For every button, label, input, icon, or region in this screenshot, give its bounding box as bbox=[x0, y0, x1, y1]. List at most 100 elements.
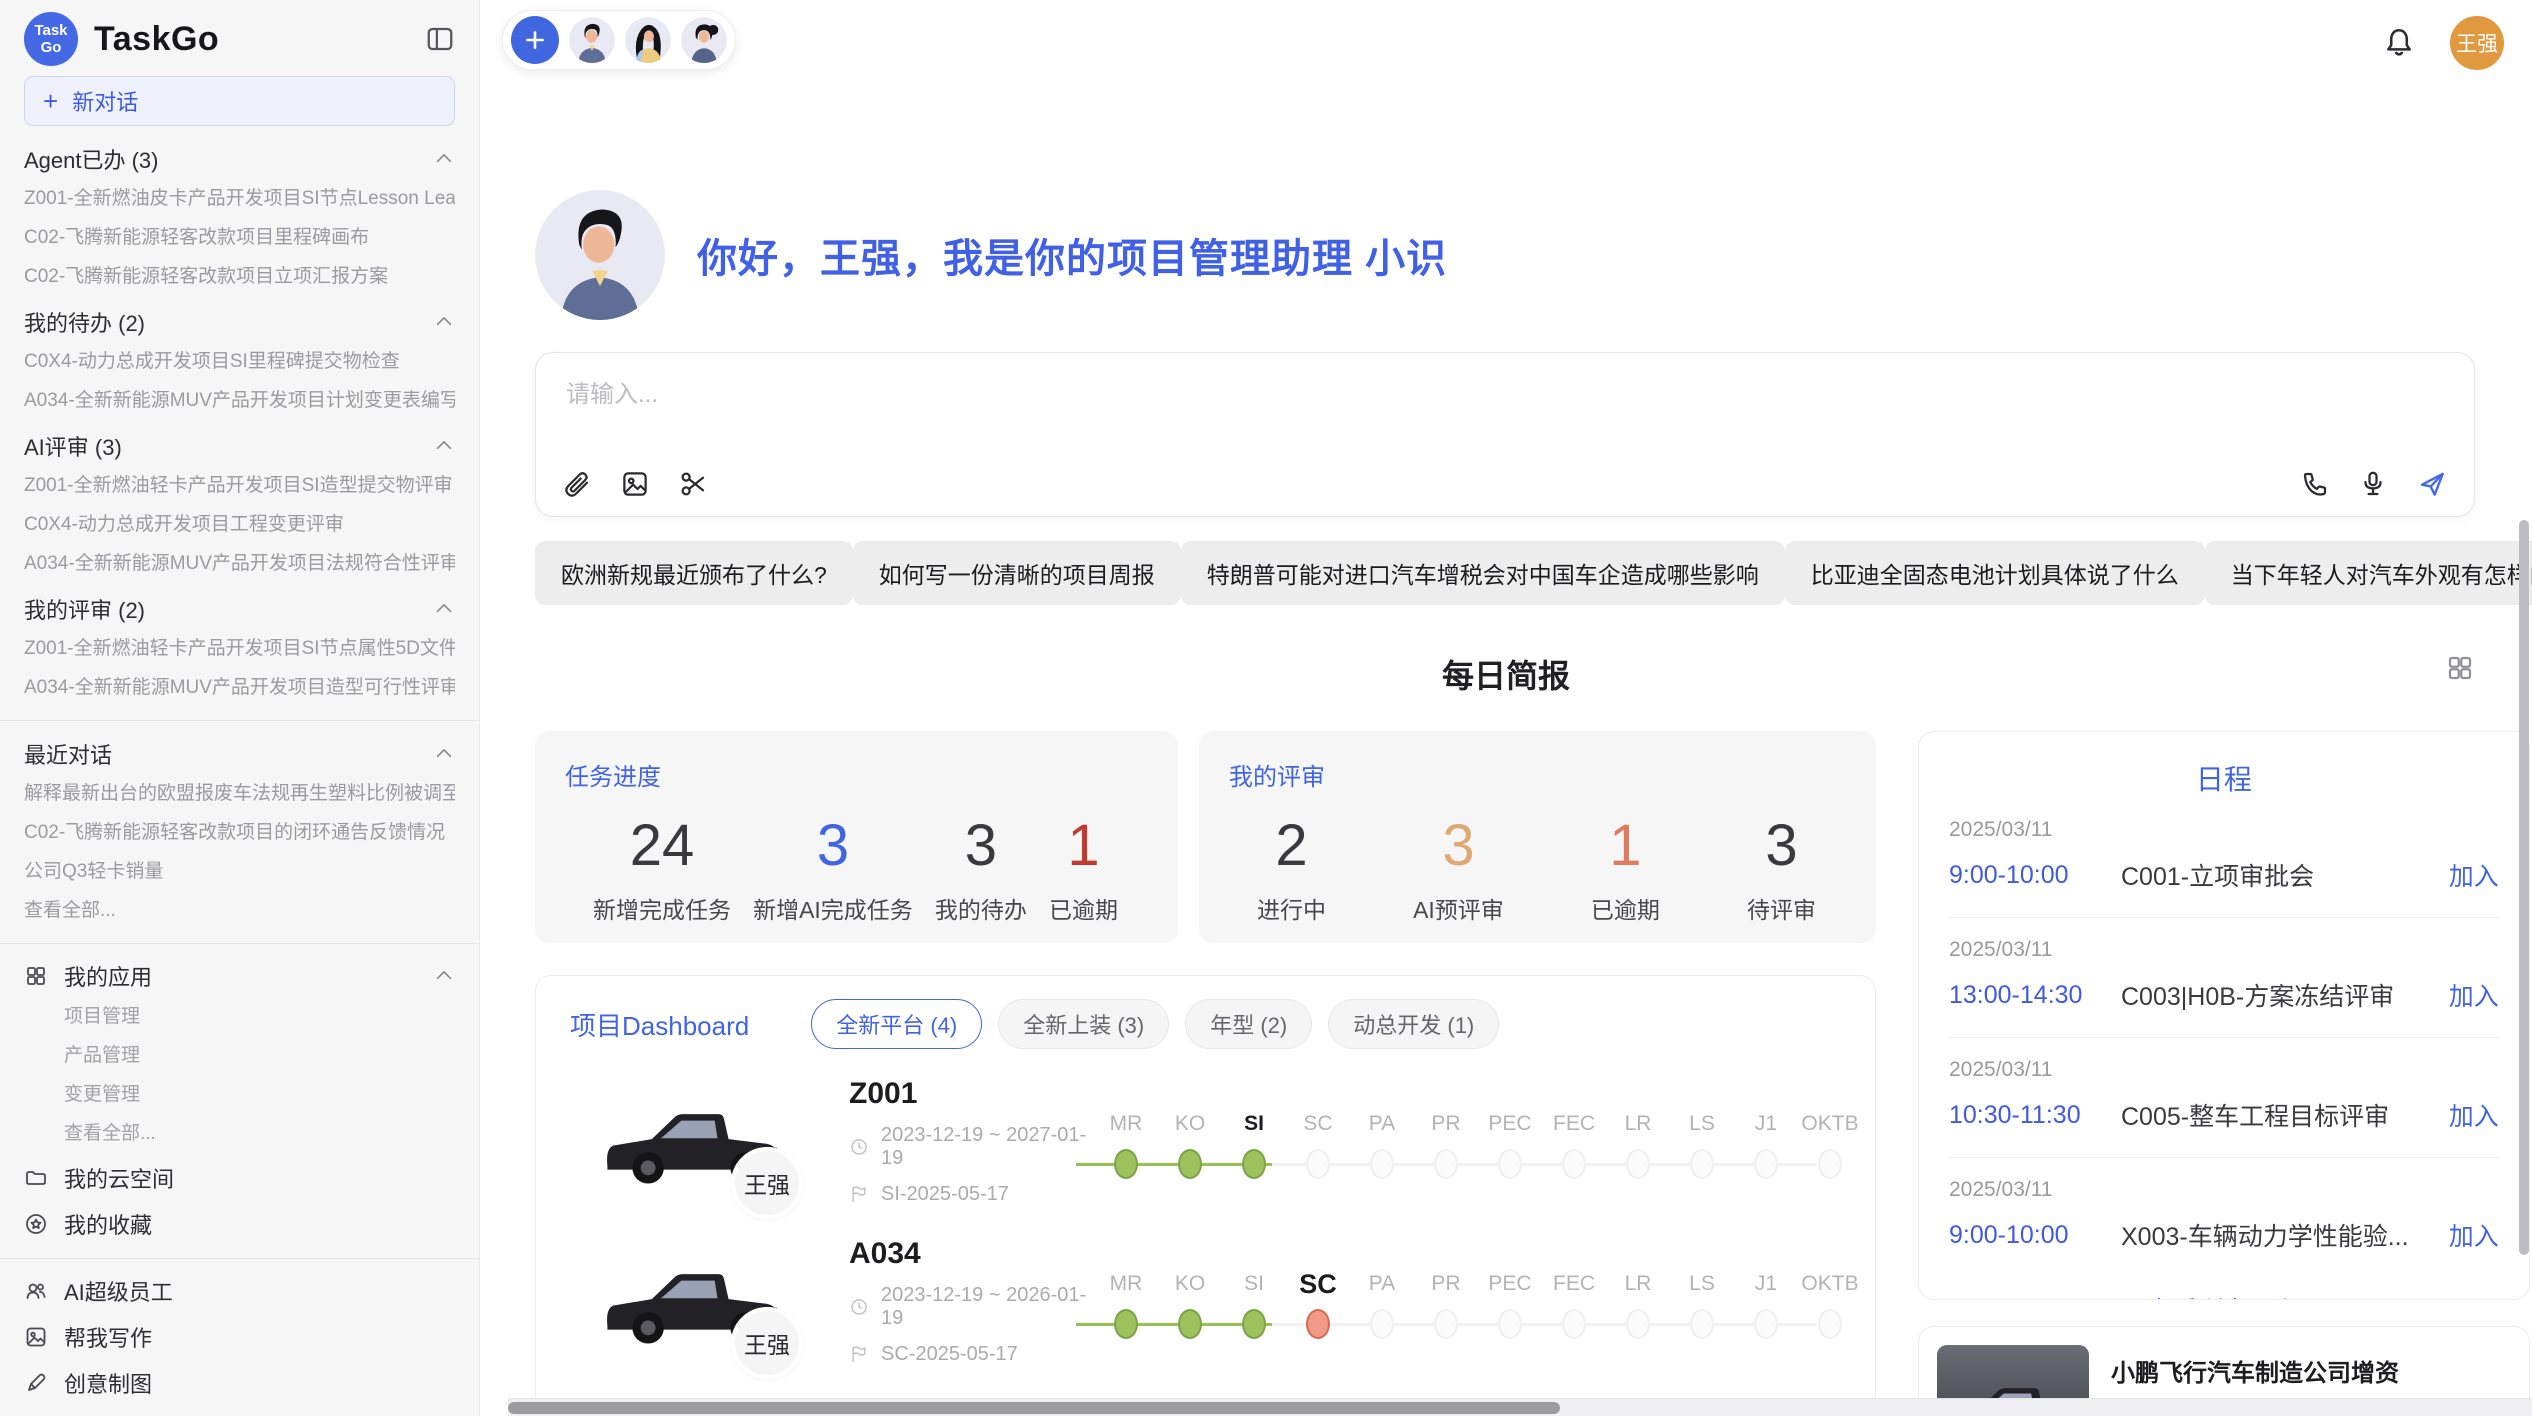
sidebar-item[interactable]: C02-飞腾新能源轻客改款项目里程碑画布 bbox=[24, 226, 455, 250]
milestone-dot[interactable] bbox=[1562, 1149, 1586, 1179]
sidebar-item-cloud-space[interactable]: 我的云空间 bbox=[24, 1164, 455, 1192]
view-all-schedule-link[interactable]: 查看所有日程 bbox=[1949, 1291, 2499, 1300]
join-link[interactable]: 加入 bbox=[2449, 1217, 2499, 1253]
paperclip-icon[interactable] bbox=[562, 469, 592, 499]
milestone-dot[interactable] bbox=[1242, 1149, 1266, 1179]
milestone-dot[interactable] bbox=[1114, 1309, 1138, 1339]
sidebar-item[interactable]: Z001-全新燃油轻卡产品开发项目SI节点属性5D文件评审 bbox=[24, 637, 455, 661]
milestone-dot[interactable] bbox=[1562, 1309, 1586, 1339]
dashboard-tab[interactable]: 年型 (2) bbox=[1185, 999, 1312, 1049]
horizontal-scrollbar-thumb[interactable] bbox=[508, 1402, 1560, 1414]
join-link[interactable]: 加入 bbox=[2449, 857, 2499, 893]
milestone-dot[interactable] bbox=[1434, 1309, 1458, 1339]
project-dashboard-card: 项目Dashboard 全新平台 (4)全新上装 (3)年型 (2)动总开发 (… bbox=[535, 975, 1876, 1416]
chat-input[interactable] bbox=[536, 353, 2474, 409]
chevron-up-icon[interactable] bbox=[433, 311, 455, 333]
stat-label: AI预评审 bbox=[1413, 891, 1504, 925]
chevron-up-icon[interactable] bbox=[433, 743, 455, 765]
vertical-scrollbar-thumb[interactable] bbox=[2519, 520, 2529, 1255]
section-header-my-todo[interactable]: 我的待办 (2) bbox=[24, 309, 455, 335]
dashboard-tab[interactable]: 全新平台 (4) bbox=[811, 999, 982, 1049]
section-header-ai-review[interactable]: AI评审 (3) bbox=[24, 433, 455, 459]
app-sub-item[interactable]: 项目管理 bbox=[64, 1005, 455, 1029]
sidebar-item-favorites[interactable]: 我的收藏 bbox=[24, 1210, 455, 1238]
milestone-dot[interactable] bbox=[1370, 1149, 1394, 1179]
stat: 1 已逾期 bbox=[1049, 812, 1118, 925]
horizontal-scrollbar[interactable] bbox=[508, 1398, 2532, 1416]
milestone-dot[interactable] bbox=[1370, 1309, 1394, 1339]
phone-icon[interactable] bbox=[2300, 469, 2330, 499]
chevron-up-icon[interactable] bbox=[433, 598, 455, 620]
stat: 3 新增AI完成任务 bbox=[753, 812, 913, 925]
suggestion-chip[interactable]: 当下年轻人对汽车外观有怎样的喜好趋势 bbox=[2205, 541, 2532, 605]
milestone-dot[interactable] bbox=[1626, 1149, 1650, 1179]
join-link[interactable]: 加入 bbox=[2449, 1097, 2499, 1133]
app-sub-item[interactable]: 产品管理 bbox=[64, 1044, 455, 1068]
suggestion-chip[interactable]: 欧洲新规最近颁布了什么? bbox=[535, 541, 853, 605]
new-chat-button[interactable]: + 新对话 bbox=[24, 76, 455, 126]
milestone-dot[interactable] bbox=[1626, 1309, 1650, 1339]
sidebar-item[interactable]: C0X4-动力总成开发项目SI里程碑提交物检查 bbox=[24, 350, 455, 374]
sidebar-item[interactable]: A034-全新新能源MUV产品开发项目计划变更表编写 bbox=[24, 389, 455, 413]
dashboard-tab[interactable]: 动总开发 (1) bbox=[1328, 999, 1499, 1049]
image-icon[interactable] bbox=[620, 469, 650, 499]
milestone-dot[interactable] bbox=[1818, 1149, 1842, 1179]
milestone-dot[interactable] bbox=[1306, 1309, 1330, 1339]
milestone-dot[interactable] bbox=[1818, 1309, 1842, 1339]
suggestion-chip[interactable]: 如何写一份清晰的项目周报 bbox=[853, 541, 1181, 605]
sidebar-item-ai-super-staff[interactable]: AI超级员工 bbox=[24, 1277, 455, 1305]
recent-chat-item[interactable]: 公司Q3轻卡销量 bbox=[24, 860, 455, 884]
app-sub-item[interactable]: 查看全部... bbox=[64, 1122, 455, 1146]
notification-bell-icon[interactable] bbox=[2382, 26, 2416, 60]
sidebar-item[interactable]: C02-飞腾新能源轻客改款项目立项汇报方案 bbox=[24, 265, 455, 289]
section-header-agent-done[interactable]: Agent已办 (3) bbox=[24, 146, 455, 172]
suggestion-chip[interactable]: 特朗普可能对进口汽车增税会对中国车企造成哪些影响 bbox=[1181, 541, 1785, 605]
recent-view-all[interactable]: 查看全部... bbox=[24, 899, 455, 923]
sidebar-collapse-icon[interactable] bbox=[425, 24, 455, 54]
recent-chat-item[interactable]: 解释最新出台的欧盟报废车法规再生塑料比例被调至15%... bbox=[24, 782, 455, 806]
milestone-dot[interactable] bbox=[1306, 1149, 1330, 1179]
image-write-icon bbox=[24, 1325, 48, 1349]
milestone-dot[interactable] bbox=[1178, 1309, 1202, 1339]
send-icon[interactable] bbox=[2416, 468, 2448, 500]
dashboard-tab[interactable]: 全新上装 (3) bbox=[998, 999, 1169, 1049]
agent-avatar-1[interactable] bbox=[569, 17, 615, 63]
milestone-dot[interactable] bbox=[1178, 1149, 1202, 1179]
sidebar-item[interactable]: C0X4-动力总成开发项目工程变更评审 bbox=[24, 513, 455, 537]
chevron-up-icon[interactable] bbox=[433, 965, 455, 987]
project-row[interactable]: 王强 Z001 2023-12-19 ~ 2027-01-19 SI-2025-… bbox=[556, 1076, 1855, 1206]
add-agent-button[interactable] bbox=[511, 16, 559, 64]
chevron-up-icon[interactable] bbox=[433, 148, 455, 170]
sidebar-item[interactable]: A034-全新新能源MUV产品开发项目造型可行性评审 bbox=[24, 676, 455, 700]
project-row[interactable]: 王强 A034 2023-12-19 ~ 2026-01-19 SC-2025-… bbox=[556, 1236, 1855, 1366]
agent-avatar-3[interactable] bbox=[681, 17, 727, 63]
sidebar-item[interactable]: A034-全新新能源MUV产品开发项目法规符合性评审 bbox=[24, 552, 455, 576]
milestone-dot[interactable] bbox=[1754, 1309, 1778, 1339]
recent-chat-item[interactable]: C02-飞腾新能源轻客改款项目的闭环通告反馈情况 bbox=[24, 821, 455, 845]
stat-value: 3 bbox=[1413, 812, 1504, 879]
layout-grid-icon[interactable] bbox=[2445, 653, 2475, 683]
milestone-dot[interactable] bbox=[1114, 1149, 1138, 1179]
milestone-dot[interactable] bbox=[1754, 1149, 1778, 1179]
section-header-my-review[interactable]: 我的评审 (2) bbox=[24, 596, 455, 622]
suggestion-chip[interactable]: 比亚迪全固态电池计划具体说了什么 bbox=[1785, 541, 2205, 605]
app-sub-item[interactable]: 变更管理 bbox=[64, 1083, 455, 1107]
milestone-dot[interactable] bbox=[1690, 1149, 1714, 1179]
microphone-icon[interactable] bbox=[2358, 469, 2388, 499]
agent-avatar-2[interactable] bbox=[625, 17, 671, 63]
sidebar-item-my-apps[interactable]: 我的应用 bbox=[24, 962, 455, 990]
milestone-dot[interactable] bbox=[1498, 1149, 1522, 1179]
milestone-dot[interactable] bbox=[1690, 1309, 1714, 1339]
user-avatar[interactable]: 王强 bbox=[2450, 16, 2504, 70]
chevron-up-icon[interactable] bbox=[433, 435, 455, 457]
join-link[interactable]: 加入 bbox=[2449, 977, 2499, 1013]
sidebar-item-help-me-write[interactable]: 帮我写作 bbox=[24, 1323, 455, 1351]
milestone-dot[interactable] bbox=[1498, 1309, 1522, 1339]
sidebar-item[interactable]: Z001-全新燃油皮卡产品开发项目SI节点Lesson Learn报告 bbox=[24, 187, 455, 211]
sidebar-item[interactable]: Z001-全新燃油轻卡产品开发项目SI造型提交物评审 bbox=[24, 474, 455, 498]
section-header-recent-chats[interactable]: 最近对话 bbox=[24, 741, 455, 767]
milestone-dot[interactable] bbox=[1434, 1149, 1458, 1179]
sidebar-item-creative-drawing[interactable]: 创意制图 bbox=[24, 1369, 455, 1397]
milestone-dot[interactable] bbox=[1242, 1309, 1266, 1339]
scissors-icon[interactable] bbox=[678, 469, 708, 499]
